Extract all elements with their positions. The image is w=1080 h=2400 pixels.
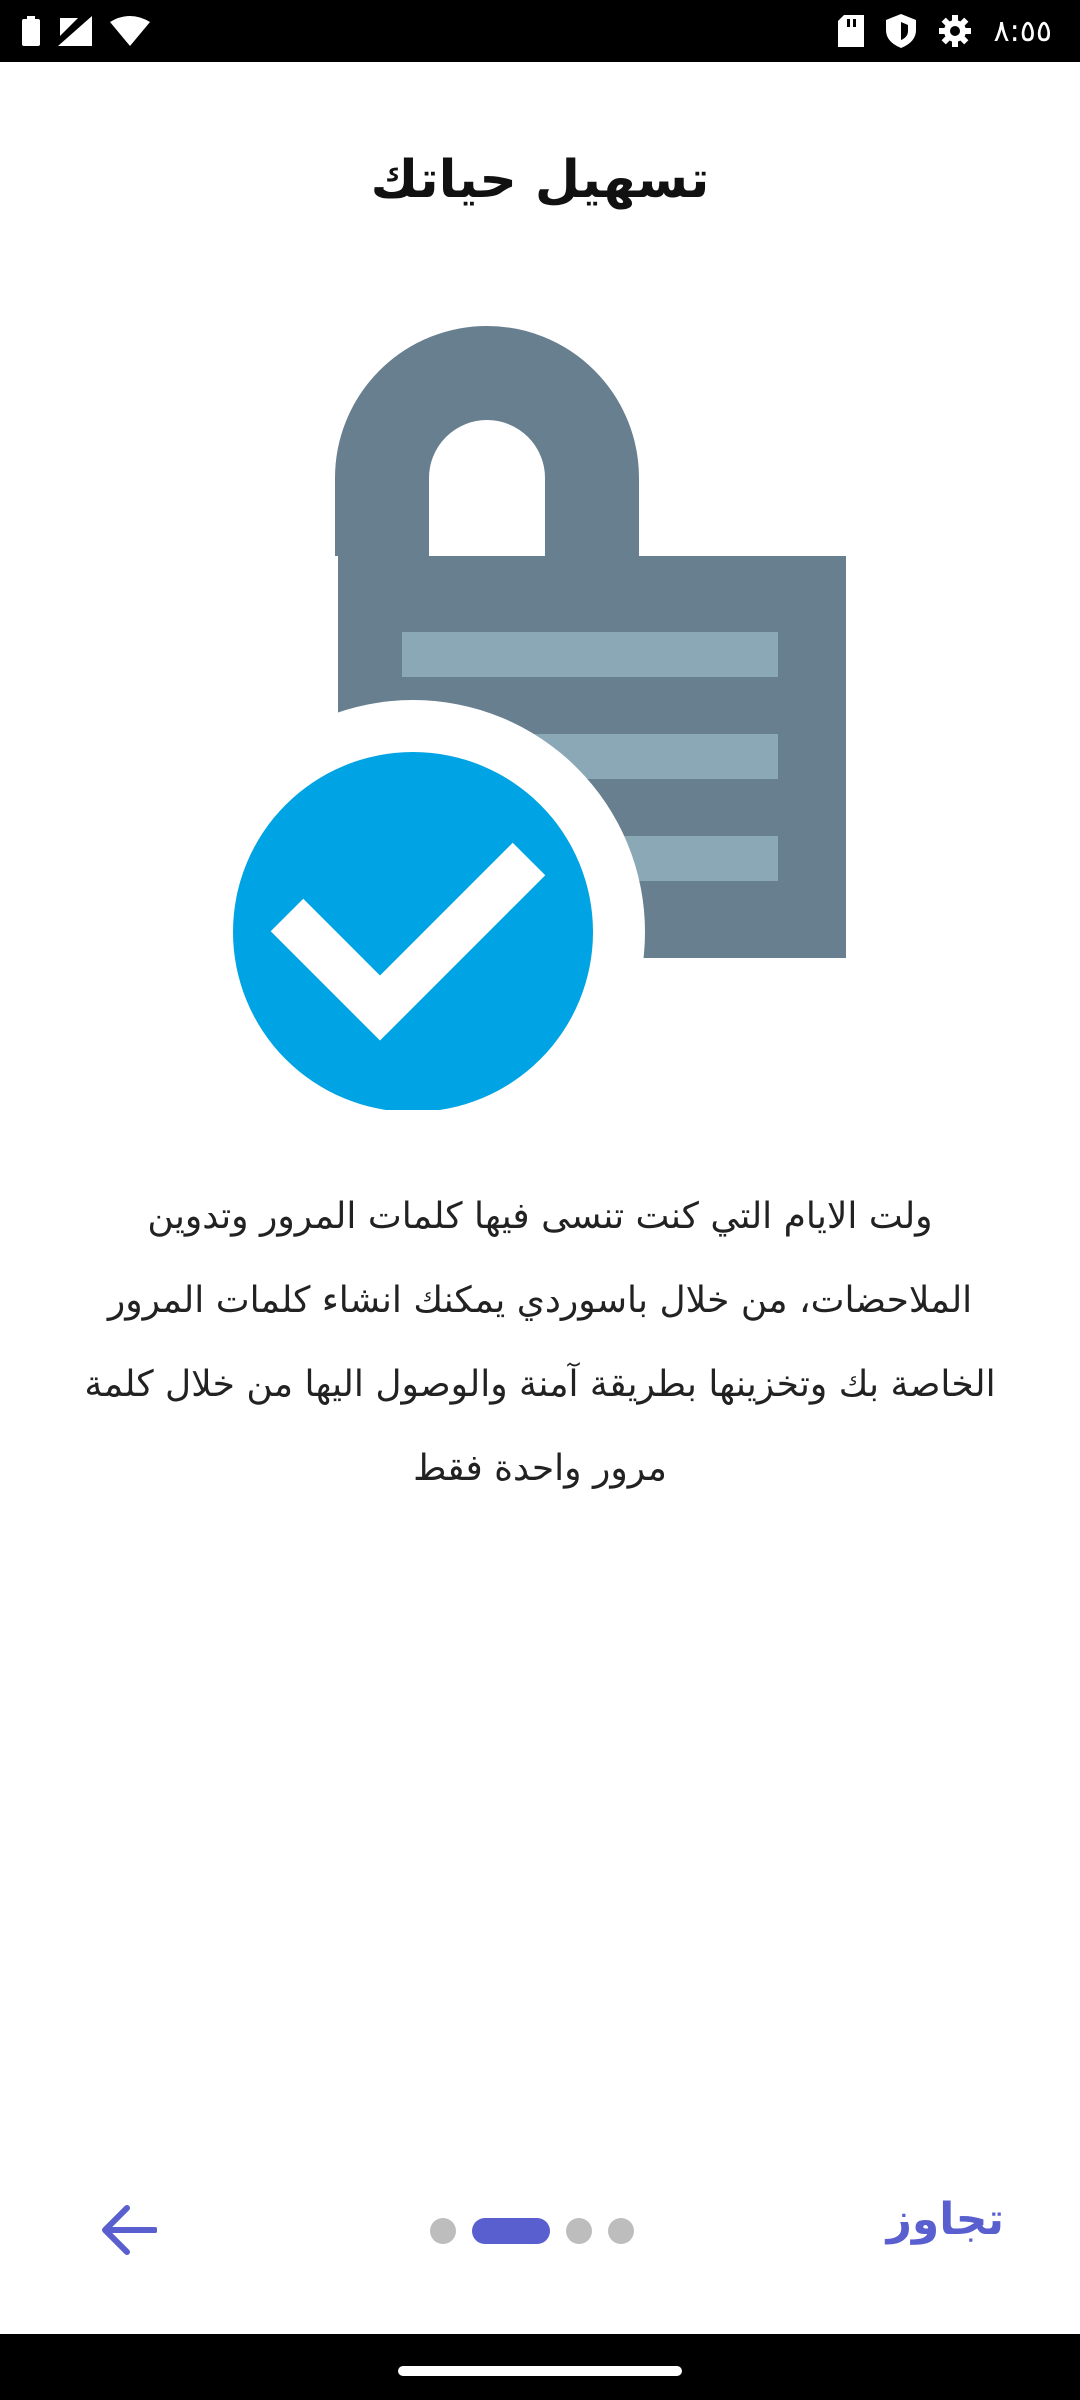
battery-icon — [22, 16, 40, 46]
skip-button[interactable]: تجاوز — [887, 2194, 1004, 2245]
home-handle[interactable] — [398, 2366, 682, 2376]
page-dot — [608, 2218, 634, 2244]
page-dot — [430, 2218, 456, 2244]
status-right-icons: ٨:٥٥ — [837, 10, 1052, 52]
settings-icon — [938, 15, 971, 47]
page-title: تسهيل حياتك — [370, 150, 710, 210]
lock-shackle — [335, 326, 639, 556]
system-nav-bar — [0, 2334, 1080, 2400]
onboarding-description: ولت الايام التي كنت تنسى فيها كلمات المر… — [84, 1196, 996, 1489]
wifi-icon — [110, 16, 150, 46]
status-left-icons — [22, 14, 150, 48]
lock-stripe — [402, 632, 778, 677]
signal-icon — [58, 16, 92, 46]
lock-check-icon — [220, 326, 846, 1110]
status-bar: ٨:٥٥ — [0, 0, 1080, 62]
back-button[interactable] — [90, 2192, 166, 2268]
onboarding-nav: تجاوز — [0, 2180, 1080, 2280]
arrow-left-icon — [102, 2205, 157, 2255]
page-indicator — [430, 2218, 634, 2244]
shield-icon — [885, 14, 916, 48]
page-dot — [566, 2218, 592, 2244]
status-time: ٨:٥٥ — [993, 13, 1052, 49]
page-dot-active — [472, 2218, 550, 2244]
sd-card-icon — [837, 15, 864, 47]
